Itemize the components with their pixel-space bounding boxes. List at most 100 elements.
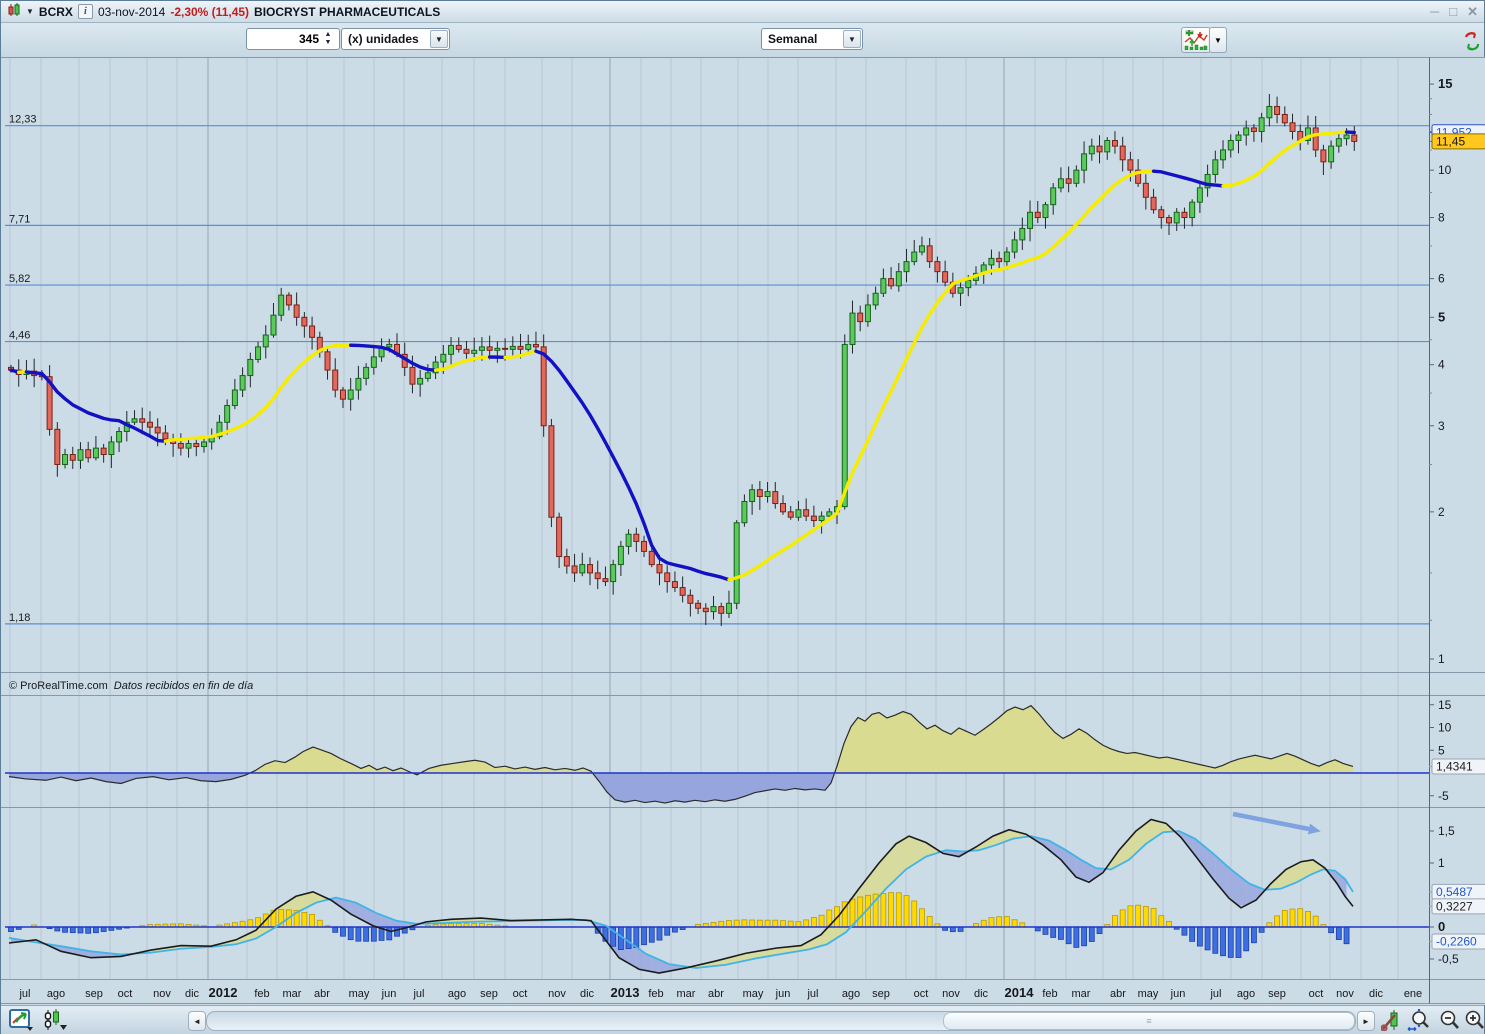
right-arrow-icon: ► bbox=[1362, 1017, 1370, 1026]
svg-text:dic: dic bbox=[185, 988, 200, 1000]
svg-text:8: 8 bbox=[1438, 211, 1445, 225]
chart-settings-button[interactable] bbox=[1379, 1008, 1403, 1031]
svg-text:1: 1 bbox=[1438, 652, 1445, 666]
chart-with-plus-icon bbox=[1184, 30, 1208, 50]
svg-text:5,82: 5,82 bbox=[9, 273, 30, 285]
svg-text:-5: -5 bbox=[1438, 789, 1449, 803]
svg-text:-0,5: -0,5 bbox=[1438, 952, 1459, 966]
zoom-in-button[interactable] bbox=[1461, 1008, 1485, 1031]
export-chart-icon bbox=[9, 1009, 35, 1031]
svg-text:12,33: 12,33 bbox=[9, 114, 37, 126]
x-axis-labels: julagosepoctnovdic2012febmarabrmayjunjul… bbox=[18, 985, 1422, 1000]
copyright-text: © ProRealTime.com bbox=[9, 680, 108, 692]
svg-text:may: may bbox=[349, 988, 370, 1000]
chart-canvas[interactable]: 12,337,715,824,461,181510865432111,95211… bbox=[1, 57, 1485, 1005]
indicator-dropdown-button[interactable]: ▼ bbox=[1209, 27, 1227, 53]
thumb-grip-icon: ≡ bbox=[1146, 1016, 1151, 1026]
svg-text:10: 10 bbox=[1438, 163, 1452, 177]
maximize-button[interactable]: □ bbox=[1449, 4, 1457, 20]
svg-text:2014: 2014 bbox=[1005, 985, 1035, 1000]
svg-text:3: 3 bbox=[1438, 419, 1445, 433]
svg-text:6: 6 bbox=[1438, 272, 1445, 286]
svg-text:5: 5 bbox=[1438, 309, 1445, 324]
candlestick-style-icon bbox=[43, 1009, 67, 1031]
ticker-symbol: BCRX bbox=[39, 5, 73, 19]
svg-text:nov: nov bbox=[153, 988, 171, 1000]
svg-text:jul: jul bbox=[1209, 988, 1221, 1000]
zoom-fit-button[interactable] bbox=[1405, 1008, 1433, 1031]
svg-text:nov: nov bbox=[1336, 988, 1354, 1000]
svg-text:ago: ago bbox=[842, 988, 860, 1000]
svg-text:2013: 2013 bbox=[611, 985, 640, 1000]
svg-text:4,46: 4,46 bbox=[9, 330, 30, 342]
svg-text:feb: feb bbox=[1042, 988, 1057, 1000]
prorealtime-window: { "window": { "ticker": "BCRX", "info_gl… bbox=[0, 0, 1485, 1034]
svg-text:may: may bbox=[743, 988, 764, 1000]
chart-settings-icon bbox=[1381, 1009, 1401, 1031]
export-chart-button[interactable] bbox=[7, 1008, 37, 1031]
timeframe-value: Semanal bbox=[762, 32, 843, 46]
svg-text:0: 0 bbox=[1438, 919, 1445, 934]
svg-text:sep: sep bbox=[85, 988, 103, 1000]
zoom-out-icon bbox=[1437, 1009, 1461, 1031]
stepper-up-icon[interactable]: ▲ bbox=[321, 31, 335, 39]
minimize-button[interactable]: ─ bbox=[1430, 4, 1439, 20]
info-icon[interactable]: i bbox=[78, 4, 93, 19]
units-count-field[interactable]: ▲ ▼ bbox=[246, 28, 340, 50]
svg-text:feb: feb bbox=[648, 988, 663, 1000]
close-button[interactable]: ✕ bbox=[1467, 4, 1478, 20]
svg-text:nov: nov bbox=[942, 988, 960, 1000]
stepper-down-icon[interactable]: ▼ bbox=[321, 39, 335, 47]
svg-text:11,45: 11,45 bbox=[1436, 134, 1465, 148]
svg-text:jun: jun bbox=[381, 988, 397, 1000]
svg-text:jun: jun bbox=[775, 988, 791, 1000]
svg-text:0,3227: 0,3227 bbox=[1436, 899, 1473, 913]
quote-change: -2,30% (11,45) bbox=[170, 5, 249, 19]
units-count-input[interactable] bbox=[247, 30, 321, 48]
price-tags: 11,95211,45 bbox=[1429, 125, 1485, 149]
svg-text:nov: nov bbox=[548, 988, 566, 1000]
chevron-down-icon[interactable]: ▼ bbox=[843, 30, 861, 48]
chevron-down-icon[interactable]: ▼ bbox=[430, 30, 448, 48]
svg-text:abr: abr bbox=[708, 988, 724, 1000]
refresh-data-icon[interactable] bbox=[1462, 31, 1482, 56]
candlestick-logo-icon bbox=[7, 3, 21, 20]
svg-text:2: 2 bbox=[1438, 505, 1445, 519]
svg-text:sep: sep bbox=[1268, 988, 1286, 1000]
zoom-in-icon bbox=[1462, 1009, 1485, 1031]
candlestick-style-button[interactable] bbox=[41, 1008, 69, 1031]
timeframe-select[interactable]: Semanal ▼ bbox=[761, 28, 863, 50]
svg-text:ago: ago bbox=[1237, 988, 1255, 1000]
svg-text:jul: jul bbox=[806, 988, 818, 1000]
ticker-dropdown-icon[interactable]: ▼ bbox=[26, 7, 34, 16]
add-indicator-button[interactable] bbox=[1181, 27, 1211, 53]
svg-text:5: 5 bbox=[1438, 743, 1445, 757]
svg-text:sep: sep bbox=[480, 988, 498, 1000]
bottom-toolbar: ◄ ≡ ► bbox=[1, 1005, 1484, 1034]
time-scrollbar[interactable]: ≡ bbox=[206, 1011, 1356, 1031]
svg-text:oct: oct bbox=[914, 988, 929, 1000]
company-name: BIOCRYST PHARMACEUTICALS bbox=[254, 5, 440, 19]
scroll-right-button[interactable]: ► bbox=[1357, 1011, 1375, 1031]
svg-text:15: 15 bbox=[1438, 76, 1452, 91]
svg-text:10: 10 bbox=[1438, 721, 1452, 735]
svg-text:dic: dic bbox=[580, 988, 595, 1000]
units-count-stepper[interactable]: ▲ ▼ bbox=[321, 30, 335, 48]
svg-text:jul: jul bbox=[18, 988, 30, 1000]
quote-date: 03-nov-2014 bbox=[98, 5, 165, 19]
zoom-out-button[interactable] bbox=[1435, 1008, 1463, 1031]
scrollbar-thumb[interactable]: ≡ bbox=[943, 1012, 1355, 1030]
chevron-down-icon: ▼ bbox=[1214, 36, 1222, 45]
zoom-fit-icon bbox=[1407, 1009, 1431, 1031]
svg-text:ago: ago bbox=[47, 988, 65, 1000]
units-type-select[interactable]: (x) unidades ▼ bbox=[341, 28, 450, 50]
svg-text:1,4341: 1,4341 bbox=[1436, 759, 1473, 773]
svg-text:oct: oct bbox=[118, 988, 133, 1000]
svg-text:oct: oct bbox=[1309, 988, 1324, 1000]
svg-text:dic: dic bbox=[1369, 988, 1384, 1000]
scroll-left-button[interactable]: ◄ bbox=[188, 1011, 206, 1031]
data-note-text: Datos recibidos en fin de día bbox=[114, 680, 253, 692]
svg-text:1: 1 bbox=[1438, 856, 1445, 870]
svg-text:sep: sep bbox=[872, 988, 890, 1000]
svg-text:mar: mar bbox=[677, 988, 696, 1000]
